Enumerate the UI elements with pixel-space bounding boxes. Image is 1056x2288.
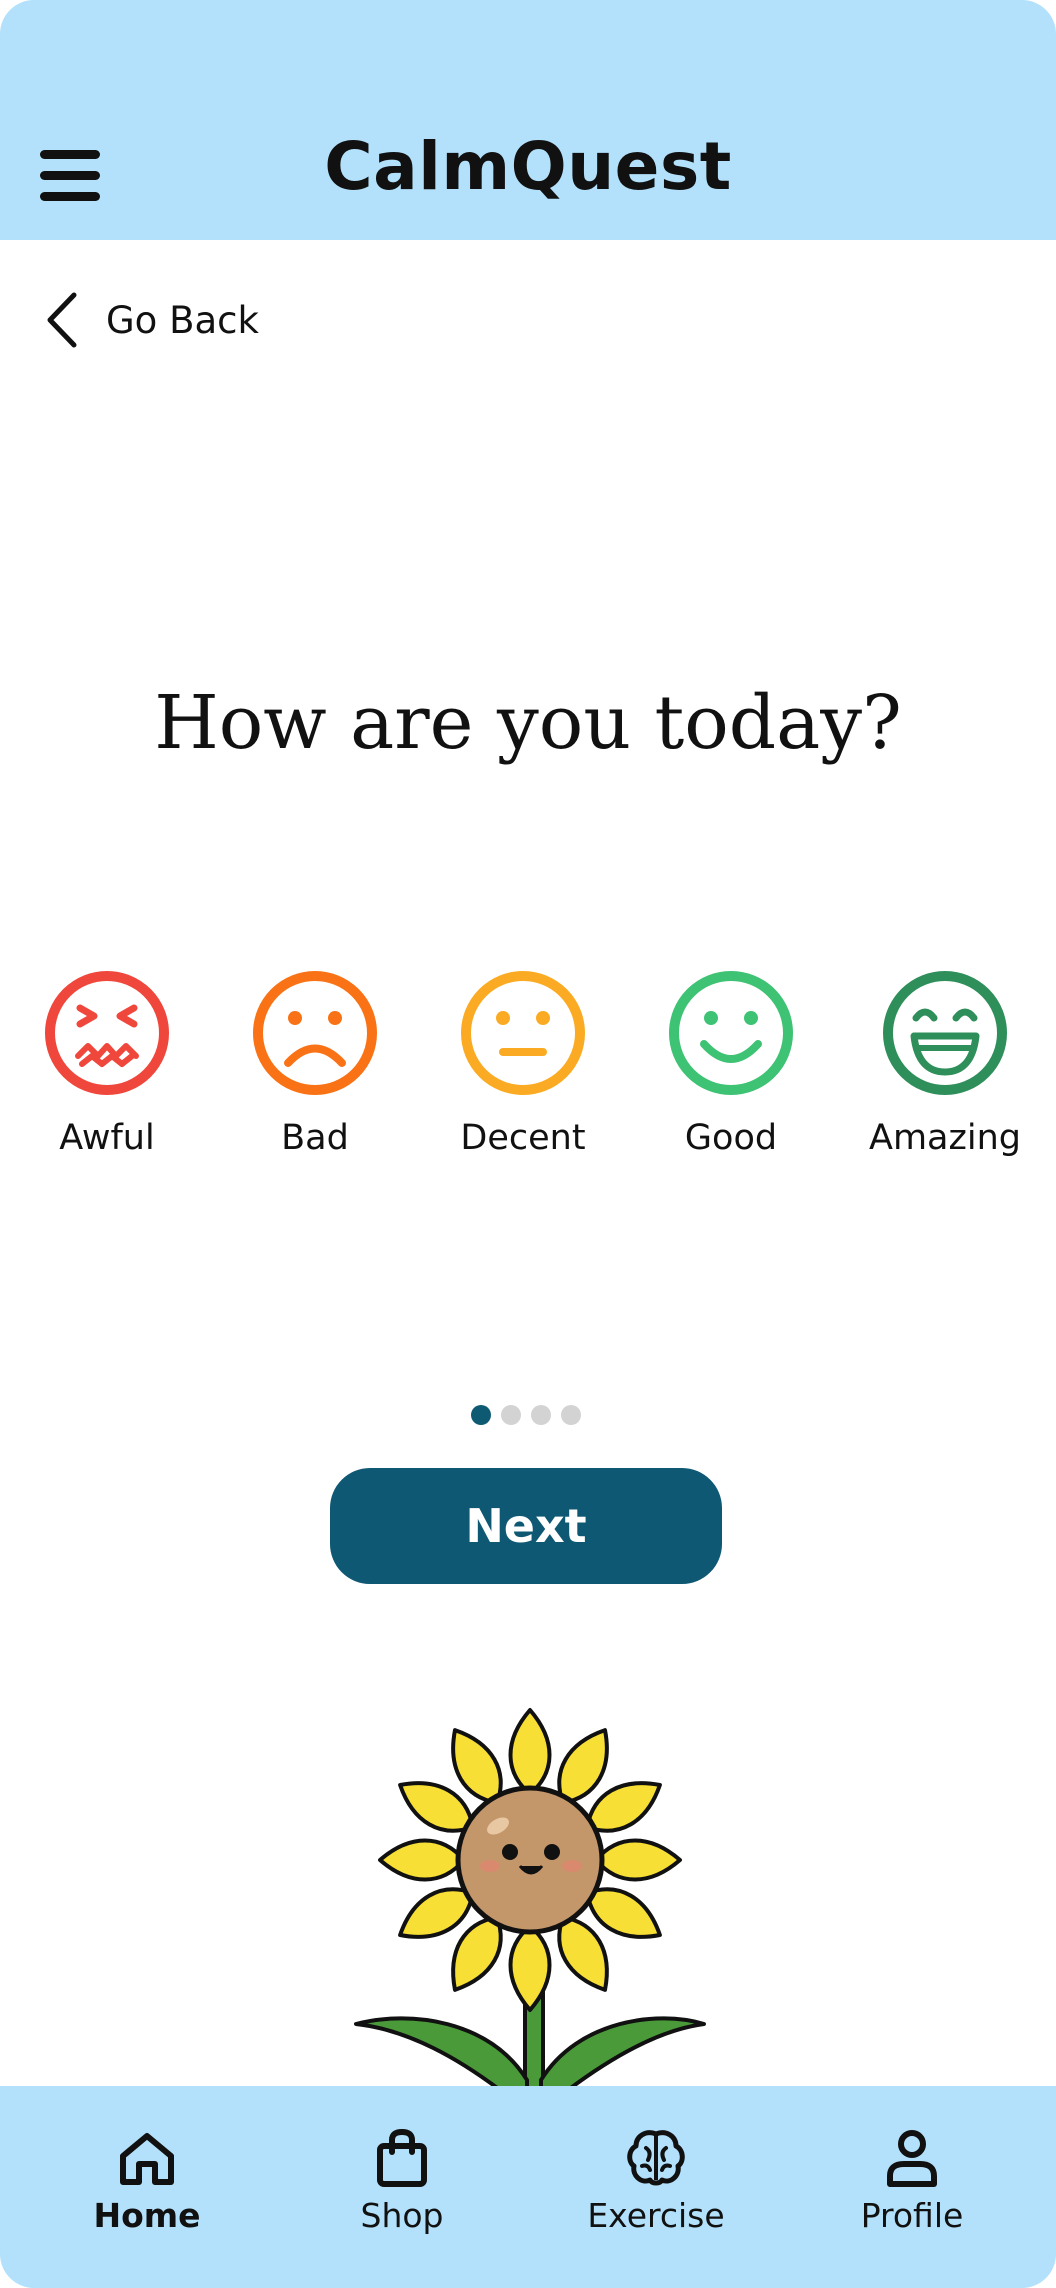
mood-option-awful[interactable]: Awful (12, 968, 202, 1158)
mood-label-decent: Decent (460, 1118, 586, 1158)
mood-selector: Awful Bad Decent Good Amazing (0, 968, 1056, 1188)
face-awful-icon (45, 971, 169, 1095)
go-back-button[interactable]: Go Back (44, 288, 259, 352)
face-grin-icon (883, 971, 1007, 1095)
app-header: CalmQuest (0, 0, 1056, 240)
next-button[interactable]: Next (330, 1468, 722, 1584)
app-title: CalmQuest (324, 128, 732, 205)
page-dot-1 (471, 1405, 491, 1425)
sunflower-mascot (354, 1708, 706, 2090)
mood-label-awful: Awful (59, 1118, 155, 1158)
tab-label-profile: Profile (860, 2196, 964, 2235)
page-dot-4 (561, 1405, 581, 1425)
go-back-label: Go Back (106, 298, 259, 342)
face-smile-icon (669, 971, 793, 1095)
mood-option-bad[interactable]: Bad (220, 968, 410, 1158)
tab-home[interactable]: Home (57, 2126, 237, 2235)
tab-exercise[interactable]: Exercise (566, 2126, 746, 2235)
tab-label-home: Home (93, 2196, 201, 2235)
tab-label-exercise: Exercise (587, 2196, 725, 2235)
chevron-left-icon (47, 292, 77, 348)
mood-option-amazing[interactable]: Amazing (850, 968, 1040, 1158)
tab-label-shop: Shop (360, 2196, 444, 2235)
page-indicator (471, 1405, 581, 1425)
mood-label-good: Good (684, 1118, 778, 1158)
mood-label-amazing: Amazing (869, 1118, 1021, 1158)
tab-profile[interactable]: Profile (822, 2126, 1002, 2235)
face-neutral-icon (461, 971, 585, 1095)
shopping-bag-icon (377, 2128, 427, 2187)
face-sad-icon (253, 971, 377, 1095)
tab-shop[interactable]: Shop (312, 2126, 492, 2235)
page-dot-2 (501, 1405, 521, 1425)
user-icon (887, 2130, 937, 2187)
mood-label-bad: Bad (281, 1118, 349, 1158)
home-icon (120, 2133, 174, 2185)
brain-icon (627, 2130, 685, 2186)
mood-option-good[interactable]: Good (636, 968, 826, 1158)
mood-question: How are you today? (154, 680, 902, 766)
bottom-tab-bar: Home Shop Exercise Profile (0, 2086, 1056, 2288)
page-dot-3 (531, 1405, 551, 1425)
app-screen: CalmQuest Go Back How are you today? Awf… (0, 0, 1056, 2288)
mood-option-decent[interactable]: Decent (428, 968, 618, 1158)
